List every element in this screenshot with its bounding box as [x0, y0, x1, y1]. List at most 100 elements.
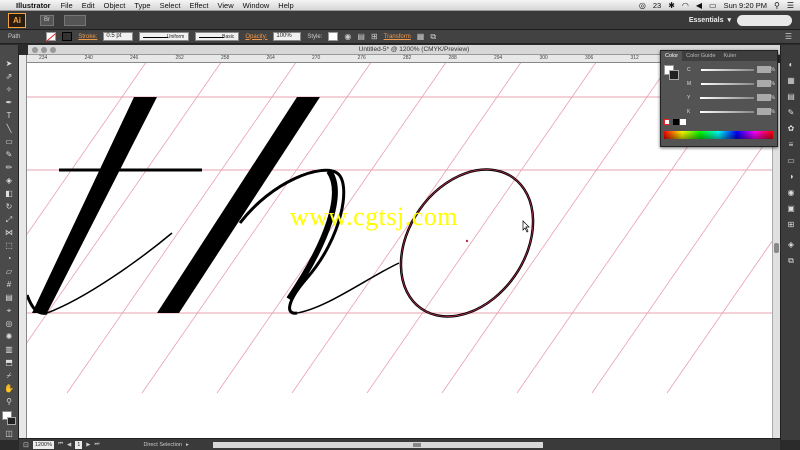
menu-file[interactable]: File — [61, 1, 73, 10]
bridge-button[interactable]: Br — [40, 14, 54, 26]
minimize-window-icon[interactable] — [41, 47, 47, 53]
workspace-switcher[interactable]: Essentials ▾ — [689, 16, 731, 25]
none-swatch[interactable] — [664, 119, 670, 125]
horizontal-scrollbar[interactable] — [212, 441, 543, 448]
line-tool-icon[interactable]: ╲ — [2, 124, 16, 134]
shape-builder-icon[interactable]: ◔ — [2, 254, 16, 264]
mesh-tool-icon[interactable]: # — [2, 280, 16, 290]
artboard-tool-icon[interactable]: ⬒ — [2, 358, 16, 368]
align-panel-icon[interactable]: ⊞ — [785, 219, 797, 230]
rectangle-tool-icon[interactable]: ▭ — [2, 137, 16, 147]
type-tool-icon[interactable]: T — [2, 111, 16, 121]
menu-window[interactable]: Window — [243, 1, 270, 10]
brushes-icon[interactable]: ✎ — [785, 107, 797, 118]
bluetooth-icon[interactable]: ✱ — [668, 1, 675, 10]
graphic-styles-icon[interactable]: ▣ — [785, 203, 797, 214]
tab-kuler[interactable]: Kuler — [720, 51, 741, 61]
gradient-tool-icon[interactable]: ▤ — [2, 293, 16, 303]
spotlight-icon[interactable]: ⚲ — [774, 1, 780, 10]
menu-select[interactable]: Select — [160, 1, 181, 10]
clock[interactable]: Sun 9:20 PM — [724, 1, 767, 10]
arrange-documents-button[interactable] — [64, 14, 86, 26]
color-spectrum[interactable] — [664, 131, 773, 139]
yellow-slider[interactable]: Y% — [687, 93, 775, 102]
fill-swatch[interactable] — [46, 32, 57, 41]
anchor-icon[interactable]: ⊞ — [371, 32, 378, 41]
free-transform-icon[interactable]: ⬚ — [2, 241, 16, 251]
slice-tool-icon[interactable]: ⌿ — [2, 371, 16, 381]
layers-icon[interactable]: ◈ — [785, 239, 797, 250]
opacity-field[interactable]: 100% — [273, 32, 302, 41]
prev-artboard-icon[interactable]: ◀ — [67, 442, 71, 448]
artboard-number-field[interactable]: 1 — [75, 440, 83, 449]
menu-effect[interactable]: Effect — [189, 1, 208, 10]
black-swatch[interactable] — [673, 119, 679, 125]
rotate-tool-icon[interactable]: ↻ — [2, 202, 16, 212]
volume-icon[interactable]: ◀ — [696, 1, 702, 10]
appearance-icon[interactable]: ◉ — [785, 187, 797, 198]
artboards-icon[interactable]: ⧉ — [785, 255, 797, 266]
next-artboard-icon[interactable]: ▶ — [86, 442, 90, 448]
first-artboard-icon[interactable]: ⏮ — [58, 441, 63, 448]
transform-link[interactable]: Transform — [384, 34, 411, 40]
scroll-thumb[interactable] — [774, 243, 779, 253]
menu-type[interactable]: Type — [134, 1, 150, 10]
tab-color-guide[interactable]: Color Guide — [682, 51, 719, 61]
magic-wand-icon[interactable]: ✧ — [2, 85, 16, 95]
scale-tool-icon[interactable]: ⤢ — [2, 215, 16, 225]
stroke-color-icon[interactable] — [7, 417, 16, 425]
panel-menu-icon[interactable]: ☰ — [785, 32, 792, 41]
gradient-panel-icon[interactable]: ▭ — [785, 155, 797, 166]
blob-brush-icon[interactable]: ◈ — [2, 176, 16, 186]
perspective-grid-icon[interactable]: ▱ — [2, 267, 16, 277]
cyan-slider[interactable]: C% — [687, 65, 775, 74]
align-icon[interactable]: ▤ — [357, 32, 365, 41]
menu-edit[interactable]: Edit — [82, 1, 95, 10]
stroke-panel-icon[interactable]: ≡ — [785, 139, 797, 150]
opacity-label[interactable]: Opacity: — [245, 34, 267, 40]
transparency-icon[interactable]: ◑ — [785, 171, 797, 182]
stroke-weight-field[interactable]: 0.5 pt — [103, 32, 134, 41]
current-tool-status[interactable]: Direct Selection — [143, 442, 182, 448]
eraser-tool-icon[interactable]: ◧ — [2, 189, 16, 199]
battery-icon[interactable]: ▭ — [709, 1, 717, 10]
pencil-tool-icon[interactable]: ✏ — [2, 163, 16, 173]
close-window-icon[interactable] — [32, 47, 38, 53]
brush-definition[interactable]: Basic — [195, 32, 240, 41]
width-tool-icon[interactable]: ⋈ — [2, 228, 16, 238]
graphic-style-swatch[interactable] — [328, 32, 339, 41]
menu-object[interactable]: Object — [104, 1, 126, 10]
swatches-icon[interactable]: ▤ — [785, 91, 797, 102]
color-guide-icon[interactable]: ▦ — [785, 75, 797, 86]
arrange-icon[interactable]: ▦ — [417, 32, 425, 41]
color-panel-icon[interactable]: ◐ — [785, 59, 797, 70]
blend-tool-icon[interactable]: ◎ — [2, 319, 16, 329]
stroke-swatch[interactable] — [62, 32, 73, 41]
app-menu[interactable]: Illustrator — [16, 1, 51, 10]
menu-view[interactable]: View — [217, 1, 233, 10]
white-swatch[interactable] — [680, 119, 686, 125]
help-search-input[interactable] — [737, 14, 792, 26]
stroke-label[interactable]: Stroke: — [78, 34, 97, 40]
symbol-sprayer-icon[interactable]: ✺ — [2, 332, 16, 342]
vertical-ruler[interactable] — [19, 55, 27, 438]
status-menu-icon[interactable]: ▸ — [186, 442, 189, 448]
selection-tool-icon[interactable]: ➤ — [2, 59, 16, 69]
symbols-icon[interactable]: ✿ — [785, 123, 797, 134]
direct-selection-tool-icon[interactable]: ⇗ — [2, 72, 16, 82]
panel-stroke-swatch[interactable] — [669, 70, 679, 80]
magenta-slider[interactable]: M% — [687, 79, 775, 88]
status-icon[interactable]: ◎ — [639, 1, 646, 10]
wifi-icon[interactable]: ◠ — [682, 1, 689, 10]
zoom-window-icon[interactable] — [50, 47, 56, 53]
zoom-tool-icon[interactable]: ⚲ — [2, 397, 16, 407]
eyedropper-icon[interactable]: ⌖ — [2, 306, 16, 316]
drawing-mode-icon[interactable]: ◫ — [2, 429, 16, 439]
black-slider[interactable]: K% — [687, 107, 775, 116]
notification-icon[interactable]: ☰ — [787, 1, 794, 10]
tab-color[interactable]: Color — [661, 51, 683, 61]
menu-help[interactable]: Help — [278, 1, 293, 10]
paintbrush-tool-icon[interactable]: ✎ — [2, 150, 16, 160]
variable-width-profile[interactable]: Uniform — [139, 32, 190, 41]
pen-tool-icon[interactable]: ✒ — [2, 98, 16, 108]
